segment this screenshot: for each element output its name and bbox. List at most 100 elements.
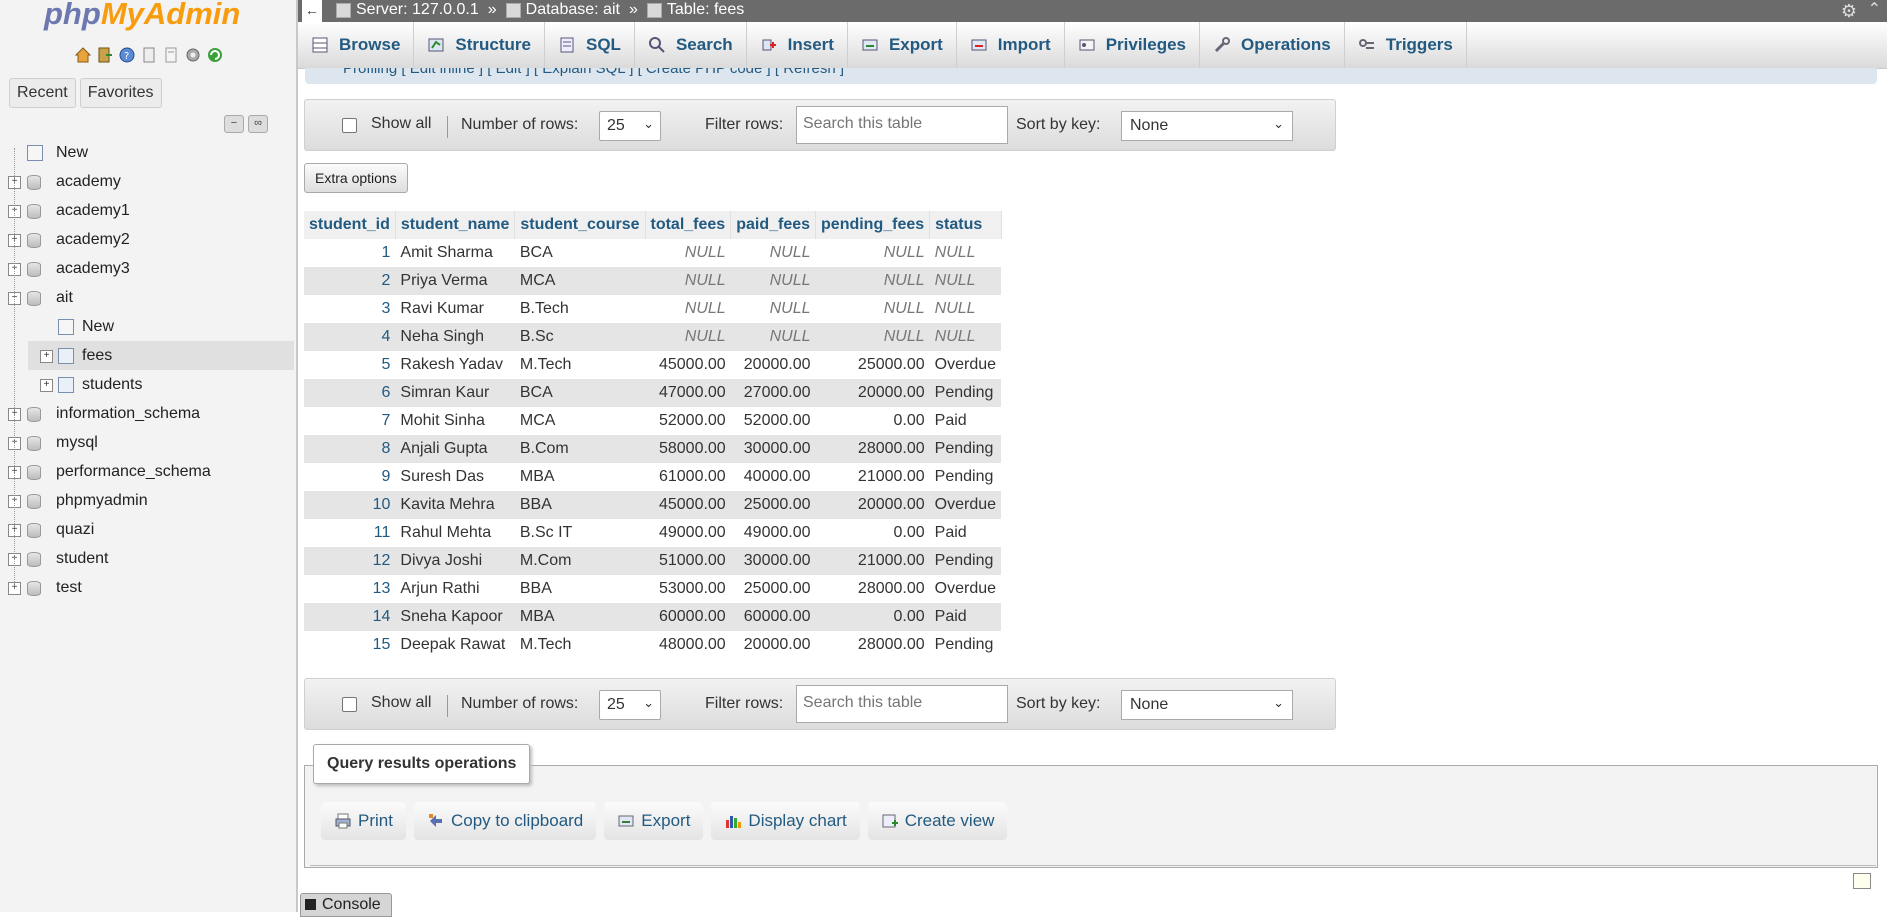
- table-cell-student-id[interactable]: 14: [304, 603, 396, 631]
- extra-options-button[interactable]: Extra options: [304, 163, 408, 193]
- table-cell-total-fees[interactable]: NULL: [645, 239, 731, 267]
- table-cell-student-id[interactable]: 13: [304, 575, 396, 603]
- table-cell-student-course[interactable]: MCA: [514, 267, 645, 295]
- expand-icon[interactable]: +: [40, 350, 53, 363]
- table-cell-status[interactable]: Overdue: [929, 491, 1002, 519]
- tab-structure[interactable]: Structure: [414, 22, 545, 68]
- table-cell-pending-fees[interactable]: NULL: [815, 239, 930, 267]
- tab-sql[interactable]: SQL: [545, 22, 635, 68]
- show-all-label[interactable]: Show all: [371, 694, 431, 712]
- tab-import[interactable]: Import: [957, 22, 1065, 68]
- table-cell-total-fees[interactable]: NULL: [645, 323, 731, 351]
- table-cell-student-name[interactable]: Divya Joshi: [395, 547, 515, 575]
- table-cell-paid-fees[interactable]: 27000.00: [730, 379, 816, 407]
- sort-by-key-select[interactable]: None ⌄: [1121, 111, 1293, 141]
- table-row[interactable]: 1 Amit Sharma BCA NULL NULL NULL NULL: [304, 239, 1002, 267]
- recent-tab[interactable]: Recent: [9, 78, 76, 108]
- console-tab[interactable]: Console: [300, 893, 392, 917]
- tab-search[interactable]: Search: [635, 22, 747, 68]
- table-cell-total-fees[interactable]: 58000.00: [645, 435, 731, 463]
- table-cell-status[interactable]: NULL: [929, 323, 1002, 351]
- show-all-label[interactable]: Show all: [371, 115, 431, 133]
- table-cell-status[interactable]: NULL: [929, 267, 1002, 295]
- column-header-status[interactable]: status: [929, 211, 1002, 239]
- tree-item-information-schema[interactable]: + information_schema: [0, 399, 294, 428]
- table-cell-student-course[interactable]: B.Sc: [514, 323, 645, 351]
- table-cell-student-course[interactable]: MBA: [514, 603, 645, 631]
- table-cell-student-id[interactable]: 15: [304, 631, 396, 659]
- table-row[interactable]: 13 Arjun Rathi BBA 53000.00 25000.00 28000.00…: [304, 575, 1002, 603]
- table-cell-student-id[interactable]: 10: [304, 491, 396, 519]
- table-cell-student-name[interactable]: Amit Sharma: [395, 239, 515, 267]
- favorites-tab[interactable]: Favorites: [79, 78, 162, 108]
- table-row[interactable]: 3 Ravi Kumar B.Tech NULL NULL NULL NULL: [304, 295, 1002, 323]
- table-row[interactable]: 8 Anjali Gupta B.Com 58000.00 30000.00 28000.…: [304, 435, 1002, 463]
- column-header-student-id[interactable]: student_id: [304, 211, 396, 239]
- table-cell-pending-fees[interactable]: 21000.00: [815, 463, 930, 491]
- table-row[interactable]: 14 Sneha Kapoor MBA 60000.00 60000.00 0.00 Pai…: [304, 603, 1002, 631]
- table-cell-status[interactable]: Paid: [929, 519, 1002, 547]
- table-cell-student-course[interactable]: BCA: [514, 239, 645, 267]
- help-icon[interactable]: ?: [118, 46, 136, 64]
- column-header-student-name[interactable]: student_name: [395, 211, 516, 239]
- table-row[interactable]: 2 Priya Verma MCA NULL NULL NULL NULL: [304, 267, 1002, 295]
- table-cell-status[interactable]: Paid: [929, 407, 1002, 435]
- rows-per-page-select[interactable]: 25 ⌄: [599, 111, 661, 141]
- tab-browse[interactable]: Browse: [298, 22, 415, 68]
- table-row[interactable]: 12 Divya Joshi M.Com 51000.00 30000.00 21000.…: [304, 547, 1002, 575]
- table-cell-total-fees[interactable]: 48000.00: [645, 631, 731, 659]
- reload-icon[interactable]: [206, 46, 224, 64]
- tree-item-new[interactable]: New: [28, 312, 294, 341]
- table-cell-total-fees[interactable]: NULL: [645, 295, 731, 323]
- table-cell-paid-fees[interactable]: 30000.00: [730, 435, 816, 463]
- tab-operations[interactable]: Operations: [1200, 22, 1345, 68]
- sort-by-key-select[interactable]: None ⌄: [1121, 690, 1293, 720]
- tab-privileges[interactable]: Privileges: [1065, 22, 1201, 68]
- table-cell-student-name[interactable]: Mohit Sinha: [395, 407, 515, 435]
- tree-item-academy2[interactable]: + academy2: [0, 225, 294, 254]
- docs-icon[interactable]: [140, 46, 158, 64]
- table-cell-paid-fees[interactable]: 40000.00: [730, 463, 816, 491]
- breadcrumb-table[interactable]: Table: fees: [646, 0, 744, 20]
- table-cell-paid-fees[interactable]: 49000.00: [730, 519, 816, 547]
- tree-item-mysql[interactable]: + mysql: [0, 428, 294, 457]
- table-cell-total-fees[interactable]: 51000.00: [645, 547, 731, 575]
- collapse-topbar-icon[interactable]: ⌃: [1868, 0, 1881, 20]
- tree-item-test[interactable]: + test: [0, 573, 294, 602]
- back-arrow-icon[interactable]: ←: [302, 0, 322, 22]
- table-cell-status[interactable]: Pending: [929, 631, 1002, 659]
- tree-item-student[interactable]: + student: [0, 544, 294, 573]
- profiling-links[interactable]: Profiling [ Edit inline ] [ Edit ] [ Exp…: [343, 68, 844, 77]
- print-button[interactable]: Print: [321, 802, 406, 840]
- tree-item-performance-schema[interactable]: + performance_schema: [0, 457, 294, 486]
- page-settings-gear-icon[interactable]: ⚙: [1841, 1, 1857, 21]
- table-cell-total-fees[interactable]: 49000.00: [645, 519, 731, 547]
- table-cell-pending-fees[interactable]: 20000.00: [815, 491, 930, 519]
- table-cell-student-id[interactable]: 3: [304, 295, 396, 323]
- show-all-checkbox[interactable]: [342, 697, 357, 712]
- table-cell-student-name[interactable]: Neha Singh: [395, 323, 515, 351]
- table-cell-paid-fees[interactable]: NULL: [730, 323, 816, 351]
- logout-icon[interactable]: [96, 46, 114, 64]
- table-cell-student-name[interactable]: Rakesh Yadav: [395, 351, 515, 379]
- tab-export[interactable]: Export: [848, 22, 957, 68]
- table-cell-paid-fees[interactable]: 25000.00: [730, 491, 816, 519]
- tree-item-new[interactable]: New: [0, 138, 294, 167]
- table-row[interactable]: 11 Rahul Mehta B.Sc IT 49000.00 49000.00 0.00…: [304, 519, 1002, 547]
- table-cell-student-id[interactable]: 7: [304, 407, 396, 435]
- table-cell-total-fees[interactable]: 45000.00: [645, 491, 731, 519]
- table-cell-paid-fees[interactable]: 20000.00: [730, 351, 816, 379]
- table-cell-student-name[interactable]: Kavita Mehra: [395, 491, 515, 519]
- show-all-checkbox[interactable]: [342, 118, 357, 133]
- home-icon[interactable]: [74, 46, 92, 64]
- table-cell-status[interactable]: Pending: [929, 379, 1002, 407]
- create-view-button[interactable]: Create view: [867, 802, 1008, 840]
- filter-rows-input[interactable]: [797, 686, 1005, 720]
- table-cell-student-course[interactable]: B.Com: [514, 435, 645, 463]
- table-cell-paid-fees[interactable]: NULL: [730, 295, 816, 323]
- tree-item-academy3[interactable]: + academy3: [0, 254, 294, 283]
- table-cell-student-name[interactable]: Ravi Kumar: [395, 295, 515, 323]
- table-cell-status[interactable]: NULL: [929, 239, 1002, 267]
- table-cell-total-fees[interactable]: 61000.00: [645, 463, 731, 491]
- table-cell-student-course[interactable]: MCA: [514, 407, 645, 435]
